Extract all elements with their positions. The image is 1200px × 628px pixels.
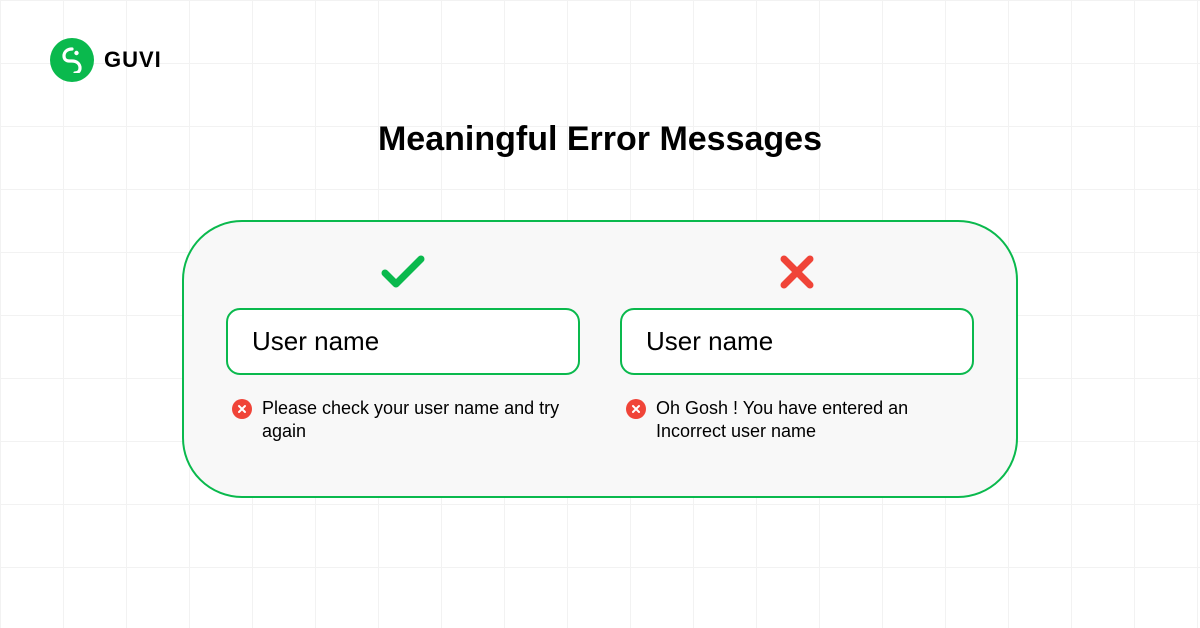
cross-icon: [779, 250, 815, 294]
logo-mark-icon: [50, 38, 94, 82]
error-text-good: Please check your user name and try agai…: [262, 397, 562, 444]
error-text-bad: Oh Gosh ! You have entered an Incorrect …: [656, 397, 956, 444]
error-badge-icon: [626, 399, 646, 419]
check-icon: [381, 250, 425, 294]
bad-example-column: User name Oh Gosh ! You have entered an …: [620, 250, 974, 466]
brand-logo: GUVI: [50, 38, 162, 82]
username-field-good[interactable]: User name: [226, 308, 580, 375]
comparison-card: User name Please check your user name an…: [182, 220, 1018, 498]
brand-name: GUVI: [104, 47, 162, 73]
error-message-bad: Oh Gosh ! You have entered an Incorrect …: [620, 397, 974, 444]
error-message-good: Please check your user name and try agai…: [226, 397, 580, 444]
username-field-bad[interactable]: User name: [620, 308, 974, 375]
error-badge-icon: [232, 399, 252, 419]
page-title: Meaningful Error Messages: [0, 120, 1200, 159]
good-example-column: User name Please check your user name an…: [226, 250, 580, 466]
